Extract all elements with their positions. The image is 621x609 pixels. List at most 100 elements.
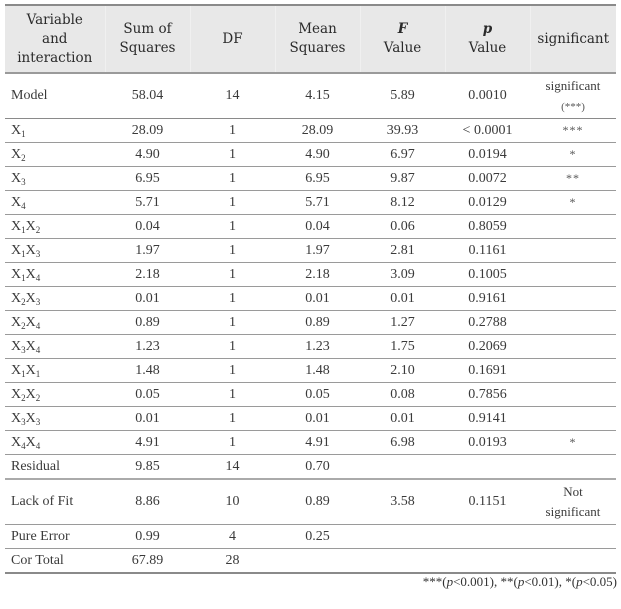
header-variable: Variable and interaction [5,4,105,74]
significance-text: significant [545,504,601,519]
term-variable: X [25,410,36,426]
cell-significance: * [530,190,616,215]
cell-p-value: 0.9161 [445,286,530,311]
cell-p-value: 0.2788 [445,310,530,335]
cell-mean-squares: 28.09 [275,118,360,143]
cell-significance [530,454,616,480]
header-p-value: p Value [444,4,530,74]
term-subscript: 4 [35,320,41,331]
cell-significance [530,214,616,239]
cell-mean-squares: 5.71 [275,190,360,215]
cell-f-value: 0.06 [360,214,445,239]
cell-f-value: 9.87 [360,166,445,191]
cell-df: 1 [190,190,275,215]
cell-sum-of-squares: 0.89 [105,310,190,335]
term-variable: X [11,170,22,186]
cell-term: Cor Total [5,548,105,574]
term-variable: X [11,194,22,210]
term-variable: X [11,314,22,330]
cell-p-value: 0.1691 [445,358,530,383]
cell-f-value: 0.01 [360,286,445,311]
cell-mean-squares: 0.01 [275,406,360,431]
cell-p-value: 0.9141 [445,406,530,431]
cell-p-value: 0.8059 [445,214,530,239]
header-significant: significant [529,4,616,74]
term-variable: X [25,290,36,306]
cell-p-value: < 0.0001 [445,118,530,143]
cell-term: Pure Error [5,524,105,549]
cell-p-value: 0.1005 [445,262,530,287]
header-sum-of-squares: Sum of Squares [104,4,190,74]
cell-significance: *** [530,118,616,143]
cell-p-value: 0.2069 [445,334,530,359]
cell-f-value: 39.93 [360,118,445,143]
cell-sum-of-squares: 67.89 [105,548,190,574]
cell-f-value: 2.10 [360,358,445,383]
table-row: X2X3 0.01 1 0.01 0.01 0.9161 [5,286,616,311]
cell-f-value: 8.12 [360,190,445,215]
cell-mean-squares: 0.05 [275,382,360,407]
cell-f-value: 6.97 [360,142,445,167]
cell-df: 1 [190,262,275,287]
cell-mean-squares: 4.91 [275,430,360,455]
cell-p-value: 0.0010 [445,73,530,119]
table-row: X3X3 0.01 1 0.01 0.01 0.9141 [5,406,616,431]
significance-text: significant [545,77,601,93]
table-row: Model 58.04 14 4.15 5.89 0.0010 significant (**… [5,73,616,119]
term-variable: X [11,242,22,258]
significance-footnote: ***(p<0.001), **(p<0.01), *(p<0.05) [423,574,617,590]
term-variable: X [25,434,36,450]
cell-f-value: 1.75 [360,334,445,359]
cell-sum-of-squares: 58.04 [105,73,190,119]
cell-mean-squares: 4.15 [275,73,360,119]
cell-p-value: 0.0194 [445,142,530,167]
term-variable: X [11,266,22,282]
cell-p-value: 0.1151 [445,479,530,525]
cell-sum-of-squares: 28.09 [105,118,190,143]
cell-f-value: 0.01 [360,406,445,431]
term-subscript: 4 [35,440,41,451]
cell-mean-squares: 0.89 [275,479,360,525]
cell-significance [530,286,616,311]
term-subscript: 3 [35,416,41,427]
cell-f-value [360,454,445,480]
cell-significance [530,310,616,335]
cell-term: X3X3 [5,406,105,431]
cell-df: 1 [190,430,275,455]
cell-sum-of-squares: 0.99 [105,524,190,549]
cell-sum-of-squares: 0.01 [105,286,190,311]
cell-term: X4 [5,190,105,215]
cell-sum-of-squares: 4.91 [105,430,190,455]
cell-f-value: 6.98 [360,430,445,455]
term-subscript: 3 [21,176,26,187]
cell-term: X1 [5,118,105,143]
term-variable: X [25,338,36,354]
table-row: X3 6.95 1 6.95 9.87 0.0072 ** [5,166,616,191]
cell-f-value: 3.58 [360,479,445,525]
term-variable: X [11,410,22,426]
cell-f-value [360,524,445,549]
term-variable: X [11,386,22,402]
cell-df: 14 [190,454,275,480]
footnote-part: ***( [422,574,447,589]
cell-mean-squares: 0.89 [275,310,360,335]
cell-sum-of-squares: 0.04 [105,214,190,239]
significance-text: Not [563,484,583,499]
anova-table-container: Variable and interaction Sum of Squares … [5,4,616,574]
cell-df: 10 [190,479,275,525]
term-variable: X [25,386,36,402]
cell-term: Residual [5,454,105,480]
cell-significance [530,238,616,263]
cell-df: 1 [190,406,275,431]
cell-significance: Not significant [530,479,616,525]
header-row: Variable and interaction Sum of Squares … [5,4,616,74]
anova-table: Variable and interaction Sum of Squares … [5,4,616,574]
cell-significance [530,262,616,287]
cell-mean-squares: 0.04 [275,214,360,239]
cell-sum-of-squares: 5.71 [105,190,190,215]
cell-term: Lack of Fit [5,479,105,525]
cell-sum-of-squares: 4.90 [105,142,190,167]
table-body: Model 58.04 14 4.15 5.89 0.0010 significant (**… [5,73,616,574]
term-subscript: 1 [21,128,26,139]
cell-sum-of-squares: 1.23 [105,334,190,359]
